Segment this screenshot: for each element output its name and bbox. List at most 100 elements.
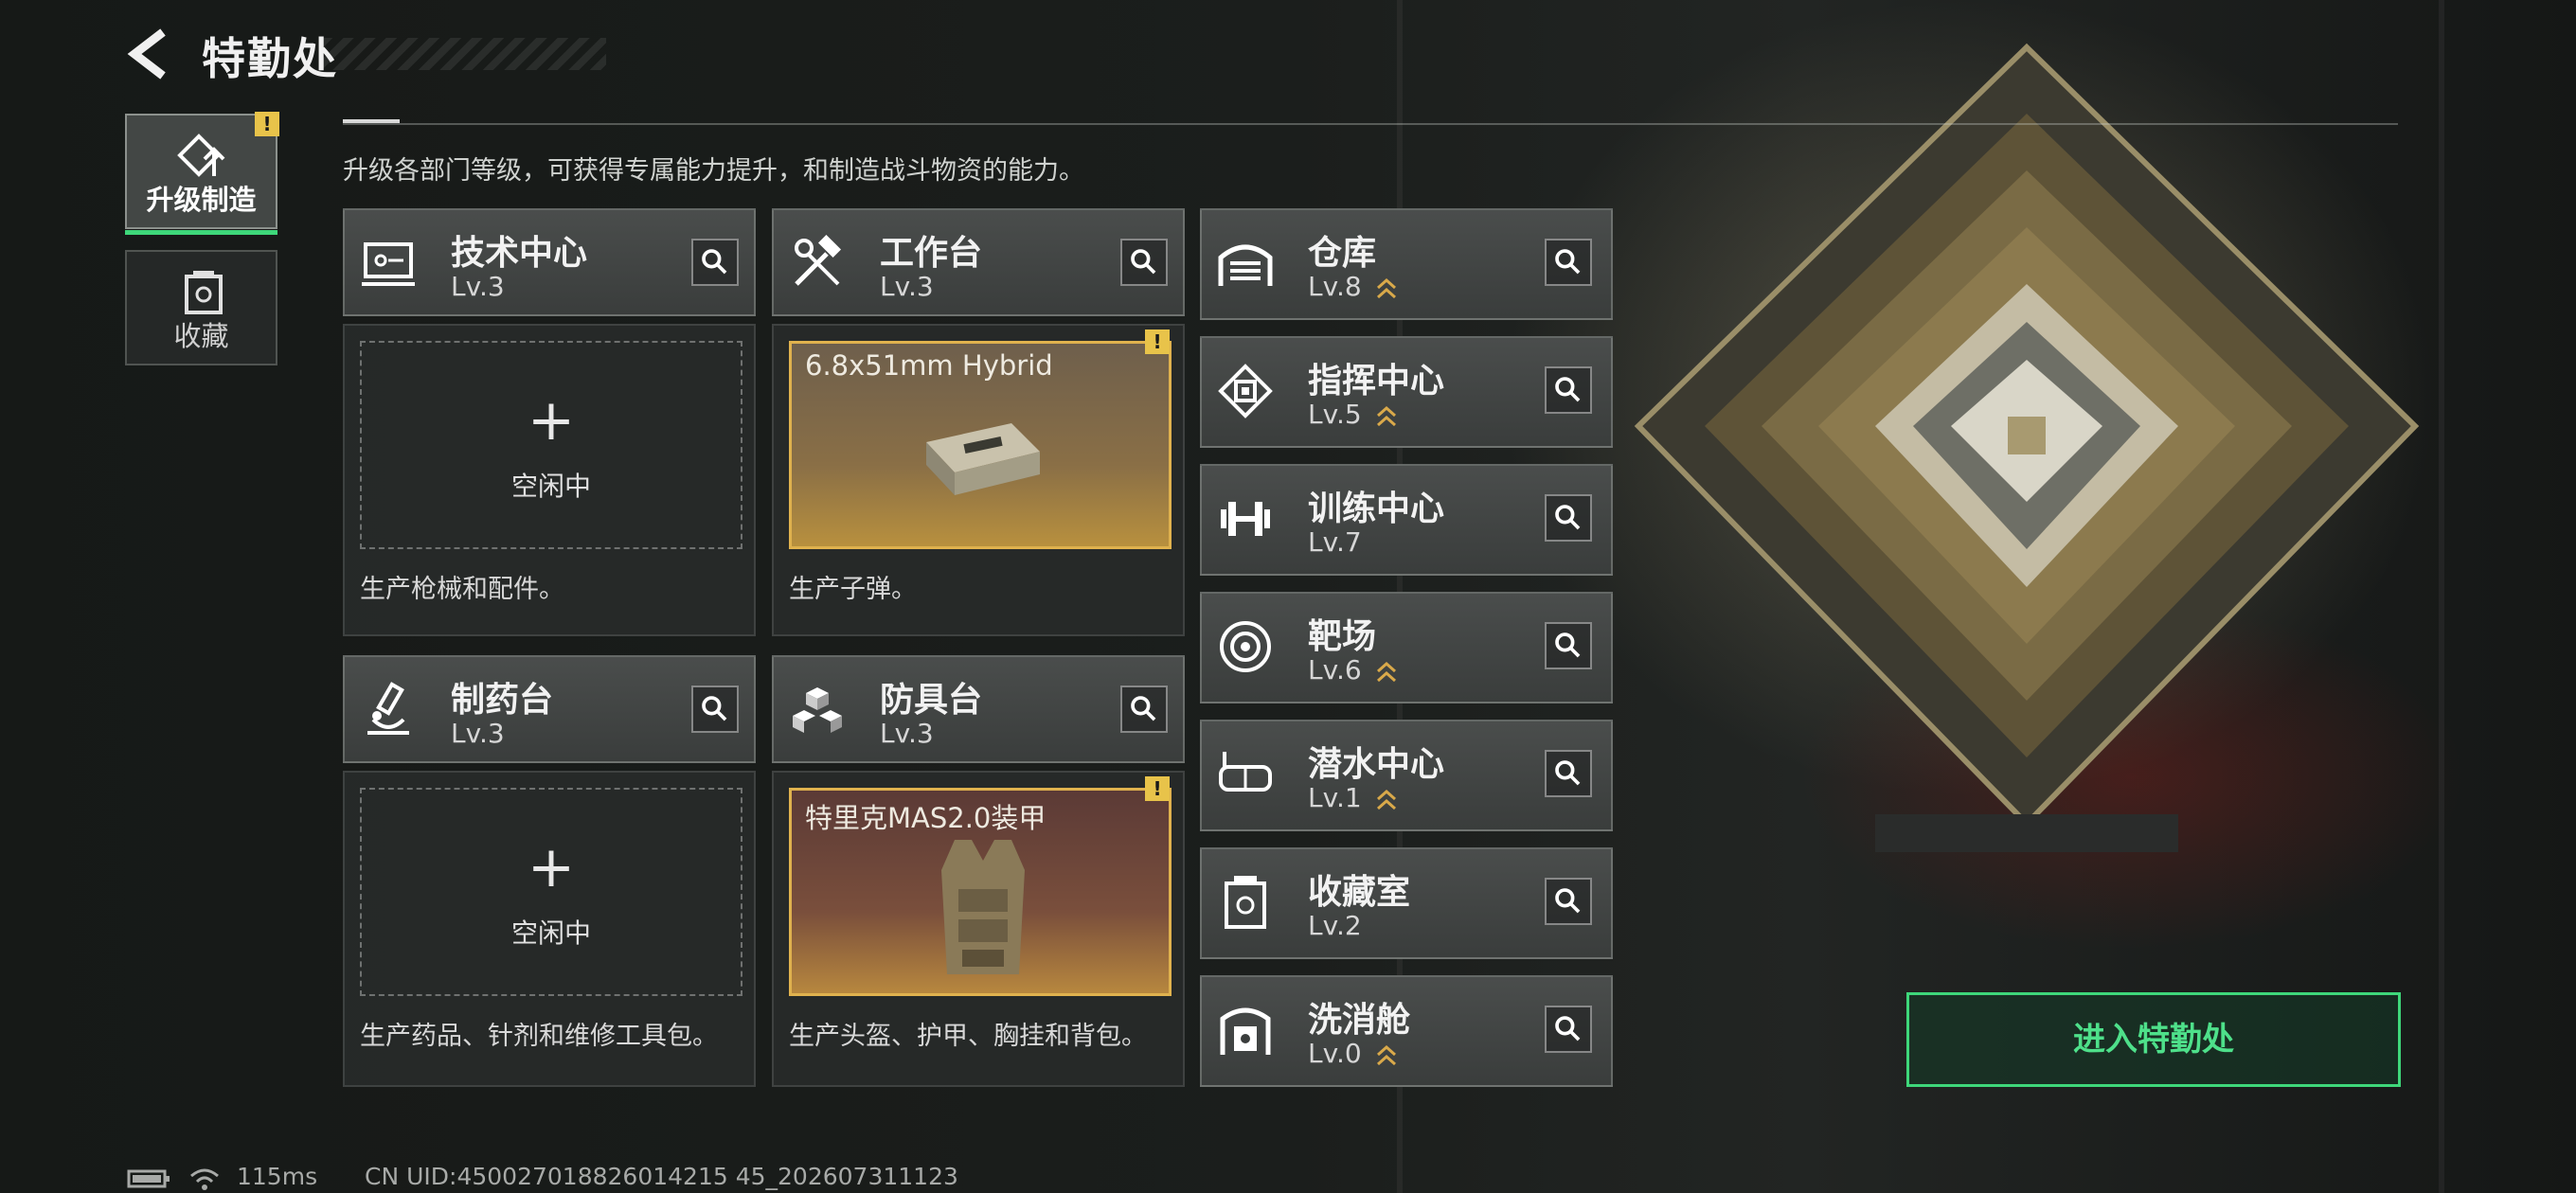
workstation-name: 防具台 [880,681,983,720]
search-icon[interactable] [1120,686,1168,733]
department-command-center[interactable]: 指挥中心 Lv.5 [1200,336,1613,448]
back-arrow-icon[interactable] [125,28,172,80]
upgrade-chevron-icon [1377,405,1396,427]
workstation-armor[interactable]: 防具台 Lv.3 [772,655,1185,763]
department-name: 训练中心 [1308,490,1445,528]
title-decoration [322,38,606,70]
department-name: 指挥中心 [1308,362,1445,401]
department-level: Lv.0 [1308,1038,1362,1069]
upgrade-chevron-icon [1377,1044,1396,1066]
search-icon[interactable] [1545,366,1592,414]
department-name: 洗消舱 [1308,1001,1411,1040]
search-icon[interactable] [1545,494,1592,542]
upgrade-build-icon [177,134,225,177]
microscope-icon [367,682,409,735]
idle-slot[interactable]: + 空闲中 [360,341,742,549]
department-decontamination[interactable]: 洗消舱 Lv.0 [1200,975,1613,1087]
department-level: Lv.5 [1308,399,1362,430]
workstation-workbench[interactable]: 工作台 Lv.3 [772,208,1185,316]
dumbbell-icon [1221,502,1270,536]
department-name: 仓库 [1308,234,1377,273]
workstation-level: Lv.3 [451,718,505,749]
body-armor-icon [941,840,1025,974]
workstation-level: Lv.3 [451,271,505,302]
department-diving-center[interactable]: 潜水中心 Lv.1 [1200,720,1613,831]
workstation-panel: 6.8x51mm Hybrid ! 生产子弹。 [772,324,1185,636]
decontamination-icon [1220,1007,1271,1055]
add-icon: + [527,387,576,454]
search-icon[interactable] [691,686,739,733]
department-level: Lv.2 [1308,910,1362,941]
department-name: 潜水中心 [1308,745,1445,784]
workstation-panel: + 空闲中 生产枪械和配件。 [343,324,756,636]
armor-cubes-icon [793,687,842,733]
department-shooting-range[interactable]: 靶场 Lv.6 [1200,592,1613,703]
alert-badge: ! [1145,776,1170,801]
warehouse-icon [1218,244,1273,286]
workstation-name: 制药台 [451,681,554,720]
idle-status: 空闲中 [510,917,591,949]
search-icon[interactable] [1545,878,1592,925]
search-icon[interactable] [1545,239,1592,286]
production-slot[interactable]: 特里克MAS2.0装甲 [789,788,1172,996]
collection-icon [185,271,223,314]
workstation-level: Lv.3 [880,271,934,302]
tech-center-icon [362,242,415,286]
department-warehouse[interactable]: 仓库 Lv.8 [1200,208,1613,320]
department-training-center[interactable]: 训练中心 Lv.7 [1200,464,1613,576]
workstation-description: 生产药品、针剂和维修工具包。 [360,1022,718,1051]
enter-hideout-button[interactable]: 进入特勤处 [1906,992,2401,1087]
department-level: Lv.6 [1308,654,1362,686]
department-name: 靶场 [1308,617,1377,656]
ammo-box-icon [926,423,1040,495]
department-level: Lv.7 [1308,526,1362,558]
workstation-name: 工作台 [880,234,983,273]
upgrade-chevron-icon [1377,277,1396,299]
add-icon: + [527,834,576,900]
idle-slot[interactable]: + 空闲中 [360,788,742,996]
ping-readout: 115ms [237,1163,318,1190]
workstation-description: 生产头盔、护甲、胸挂和背包。 [789,1022,1147,1051]
idle-status: 空闲中 [510,471,591,502]
search-icon[interactable] [691,239,739,286]
uid-readout: CN UID:450027018826014215 45_20260731112… [365,1163,958,1190]
department-name: 收藏室 [1308,873,1411,912]
header-divider-mark [343,119,400,123]
tab-collection[interactable]: 收藏 [125,250,277,365]
alert-badge: ! [1145,329,1170,354]
workstation-pharmacy[interactable]: 制药台 Lv.3 [343,655,756,763]
upgrade-chevron-icon [1377,789,1396,810]
workstation-name: 技术中心 [451,234,588,273]
department-level: Lv.1 [1308,782,1362,813]
diving-mask-icon [1219,752,1272,792]
search-icon[interactable] [1120,239,1168,286]
cube-artwork [1634,43,2420,852]
workstation-panel: + 空闲中 生产药品、针剂和维修工具包。 [343,771,756,1087]
workstation-description: 生产枪械和配件。 [360,575,564,604]
alert-badge: ! [255,112,279,136]
search-icon[interactable] [1545,750,1592,797]
tab-label: 升级制造 [146,184,257,216]
production-slot[interactable]: 6.8x51mm Hybrid [789,341,1172,549]
workstation-description: 生产子弹。 [789,575,917,604]
command-chip-icon [1218,364,1273,418]
search-icon[interactable] [1545,1006,1592,1053]
collection-room-icon [1225,876,1266,929]
active-tab-indicator [125,230,277,235]
battery-icon [127,1169,170,1188]
upgrade-chevron-icon [1377,661,1396,683]
department-collection-room[interactable]: 收藏室 Lv.2 [1200,847,1613,959]
search-icon[interactable] [1545,622,1592,669]
target-icon [1220,621,1271,672]
department-level: Lv.8 [1308,271,1362,302]
wifi-icon [190,1168,219,1190]
workstation-level: Lv.3 [880,718,934,749]
page-title: 特勤处 [202,33,338,84]
page-description: 升级各部门等级，可获得专属能力提升，和制造战斗物资的能力。 [343,156,1084,186]
workbench-tools-icon [795,235,842,286]
production-item-name: 特里克MAS2.0装甲 [805,802,1046,834]
workstation-tech-center[interactable]: 技术中心 Lv.3 [343,208,756,316]
workstation-panel: 特里克MAS2.0装甲 ! 生产头盔、护甲、胸挂和背包。 [772,771,1185,1087]
header-divider [343,123,2398,125]
tab-label: 收藏 [173,320,229,352]
